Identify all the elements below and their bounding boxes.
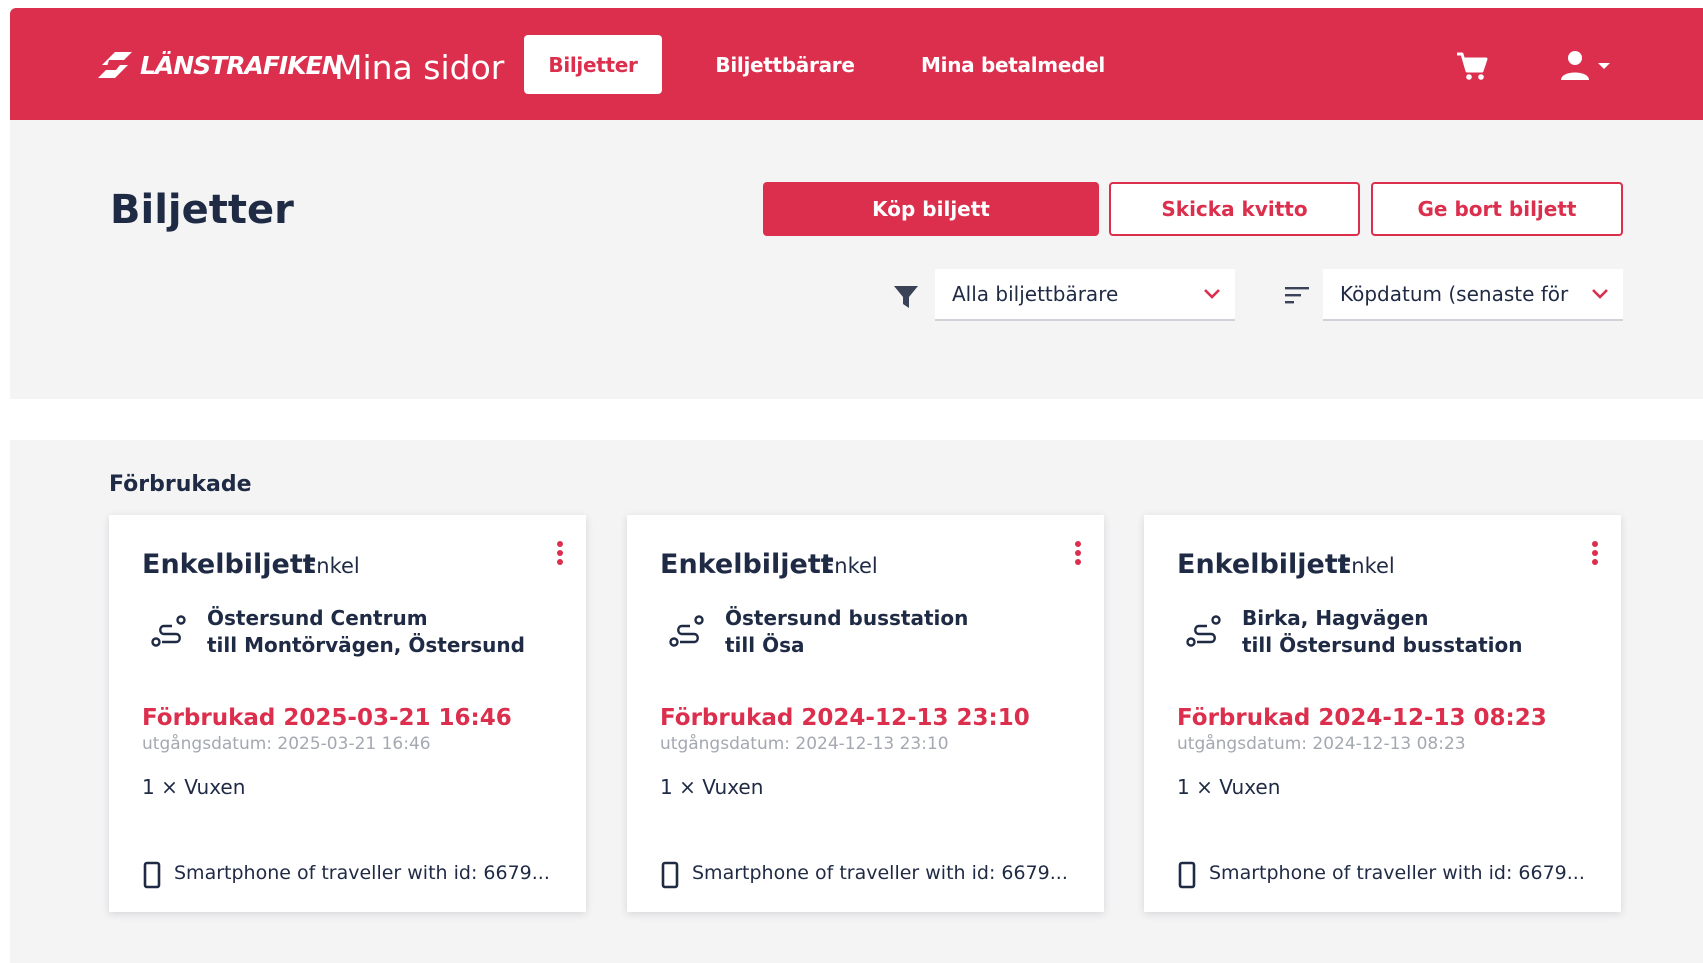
route-from: Östersund busstation bbox=[725, 606, 969, 630]
route-from: Birka, Hagvägen bbox=[1242, 606, 1429, 630]
user-icon[interactable] bbox=[1558, 48, 1592, 82]
route-icon bbox=[1186, 615, 1221, 647]
traveller-quantity: 1 × Vuxen bbox=[660, 775, 764, 799]
kebab-icon[interactable] bbox=[1074, 540, 1082, 566]
expiry-date: utgångsdatum: 2024-12-13 08:23 bbox=[1177, 734, 1466, 754]
app-name: Mina sidor bbox=[334, 48, 505, 87]
ticket-card[interactable]: Enkelbiljett Enkel Östersund Centrum til… bbox=[109, 515, 586, 912]
nav-tab-payment[interactable]: Mina betalmedel bbox=[918, 35, 1108, 94]
logo-icon bbox=[98, 52, 132, 78]
route-from: Östersund Centrum bbox=[207, 606, 428, 630]
smartphone-icon bbox=[143, 861, 161, 889]
cart-icon[interactable] bbox=[1455, 50, 1489, 82]
route-icon bbox=[151, 615, 186, 647]
logo-wordmark: LÄNSTRAFIKEN bbox=[140, 50, 343, 80]
used-status: Förbrukad 2025-03-21 16:46 bbox=[142, 705, 512, 731]
expiry-date: utgångsdatum: 2024-12-13 23:10 bbox=[660, 734, 949, 754]
carrier-filter-select[interactable]: Alla biljettbärare bbox=[935, 269, 1235, 321]
send-receipt-button[interactable]: Skicka kvitto bbox=[1109, 182, 1360, 236]
ticket-type: Enkel bbox=[1338, 554, 1395, 578]
used-status: Förbrukad 2024-12-13 23:10 bbox=[660, 705, 1030, 731]
ticket-name: Enkelbiljett bbox=[142, 549, 316, 580]
page-title: Biljetter bbox=[110, 187, 294, 233]
sort-select[interactable]: Köpdatum (senaste för bbox=[1323, 269, 1623, 321]
sort-value: Köpdatum (senaste för bbox=[1340, 282, 1569, 306]
kebab-icon[interactable] bbox=[556, 540, 564, 566]
ticket-card[interactable]: Enkelbiljett Enkel Östersund busstation … bbox=[627, 515, 1104, 912]
expiry-date: utgångsdatum: 2025-03-21 16:46 bbox=[142, 734, 431, 754]
section-title: Förbrukade bbox=[109, 472, 252, 497]
carrier-filter-value: Alla biljettbärare bbox=[952, 282, 1119, 306]
ticket-name: Enkelbiljett bbox=[1177, 549, 1351, 580]
ticket-type: Enkel bbox=[303, 554, 360, 578]
nav-tab-tickets[interactable]: Biljetter bbox=[524, 35, 662, 94]
ticket-carrier: Smartphone of traveller with id: 6679... bbox=[174, 862, 550, 884]
give-away-ticket-button[interactable]: Ge bort biljett bbox=[1371, 182, 1623, 236]
route-to: till Östersund busstation bbox=[1242, 633, 1523, 657]
used-status: Förbrukad 2024-12-13 08:23 bbox=[1177, 705, 1547, 731]
route-to: till Ösa bbox=[725, 633, 805, 657]
ticket-carrier: Smartphone of traveller with id: 6679... bbox=[1209, 862, 1585, 884]
route-icon bbox=[669, 615, 704, 647]
chevron-down-icon[interactable] bbox=[1595, 60, 1613, 72]
top-navigation-bar: LÄNSTRAFIKEN Mina sidor Biljetter Biljet… bbox=[10, 8, 1703, 120]
ticket-type: Enkel bbox=[821, 554, 878, 578]
sort-icon bbox=[1285, 287, 1309, 304]
filter-icon bbox=[894, 286, 918, 308]
brand-logo[interactable]: LÄNSTRAFIKEN bbox=[94, 48, 343, 82]
ticket-card[interactable]: Enkelbiljett Enkel Birka, Hagvägen till … bbox=[1144, 515, 1621, 912]
traveller-quantity: 1 × Vuxen bbox=[1177, 775, 1281, 799]
chevron-down-icon bbox=[1204, 289, 1220, 299]
ticket-carrier: Smartphone of traveller with id: 6679... bbox=[692, 862, 1068, 884]
smartphone-icon bbox=[1178, 861, 1196, 889]
chevron-down-icon bbox=[1592, 289, 1608, 299]
traveller-quantity: 1 × Vuxen bbox=[142, 775, 246, 799]
route-to: till Montörvägen, Östersund bbox=[207, 633, 525, 657]
nav-tab-carriers[interactable]: Biljettbärare bbox=[710, 35, 860, 94]
smartphone-icon bbox=[661, 861, 679, 889]
buy-ticket-button[interactable]: Köp biljett bbox=[763, 182, 1099, 236]
ticket-name: Enkelbiljett bbox=[660, 549, 834, 580]
kebab-icon[interactable] bbox=[1591, 540, 1599, 566]
header-panel bbox=[10, 120, 1703, 399]
